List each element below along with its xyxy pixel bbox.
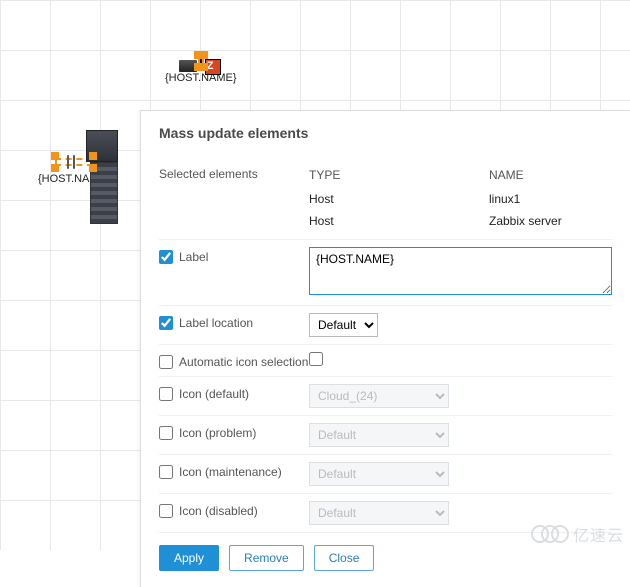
selection-handle[interactable] <box>51 164 59 172</box>
icon-default-checkbox[interactable] <box>159 387 173 401</box>
selection-handle[interactable] <box>51 152 59 160</box>
icon-disabled-checkbox[interactable] <box>159 504 173 518</box>
cell-name: linux1 <box>489 192 612 206</box>
icon-maintenance-checkbox[interactable] <box>159 465 173 479</box>
table-header-type: TYPE <box>309 168 489 182</box>
server-tower-icon <box>73 155 75 169</box>
close-button[interactable]: Close <box>314 545 375 571</box>
auto-icon-value-checkbox[interactable] <box>309 352 323 366</box>
selection-handle[interactable] <box>200 51 208 59</box>
label-checkbox[interactable] <box>159 250 173 264</box>
cell-type: Host <box>309 214 489 228</box>
icon-maintenance-select: Default <box>309 462 449 486</box>
selected-elements-label: Selected elements <box>159 164 309 181</box>
selected-elements-table: TYPE NAME Host linux1 Host Zabbix server <box>309 164 612 232</box>
label-field-title: Label <box>179 250 208 264</box>
icon-default-select: Cloud_(24) <box>309 384 449 408</box>
map-element-label: {HOST.NAME} <box>165 71 237 85</box>
table-row: Host linux1 <box>309 188 612 210</box>
remove-button[interactable]: Remove <box>229 545 304 571</box>
label-location-select[interactable]: Default <box>309 313 378 337</box>
table-row: Host Zabbix server <box>309 210 612 232</box>
selection-handle[interactable] <box>89 164 97 172</box>
cell-name: Zabbix server <box>489 214 612 228</box>
label-location-title: Label location <box>179 316 253 330</box>
watermark-text: 亿速云 <box>573 522 624 546</box>
icon-disabled-select: Default <box>309 501 449 525</box>
icon-maintenance-title: Icon (maintenance) <box>179 465 282 479</box>
selection-handle[interactable] <box>200 63 208 71</box>
auto-icon-title: Automatic icon selection <box>179 355 308 369</box>
mass-update-dialog: Mass update elements Selected elements T… <box>140 110 630 587</box>
watermark-rings-icon <box>531 523 569 545</box>
apply-button[interactable]: Apply <box>159 545 219 571</box>
dialog-title: Mass update elements <box>159 125 612 141</box>
selection-handle[interactable] <box>89 152 97 160</box>
auto-icon-checkbox[interactable] <box>159 355 173 369</box>
table-header-name: NAME <box>489 168 612 182</box>
map-canvas[interactable]: Z {HOST.NAME} {HOST.NAME} Mass update el… <box>0 0 630 550</box>
label-input[interactable]: {HOST.NAME} <box>309 247 612 295</box>
map-element-rack[interactable]: Z {HOST.NAME} <box>165 55 237 85</box>
icon-problem-title: Icon (problem) <box>179 426 256 440</box>
icon-problem-checkbox[interactable] <box>159 426 173 440</box>
icon-problem-select: Default <box>309 423 449 447</box>
cell-type: Host <box>309 192 489 206</box>
icon-default-title: Icon (default) <box>179 387 249 401</box>
icon-disabled-title: Icon (disabled) <box>179 504 258 518</box>
label-location-checkbox[interactable] <box>159 316 173 330</box>
map-element-tower[interactable]: {HOST.NAME} <box>38 156 110 186</box>
watermark: 亿速云 <box>531 522 624 546</box>
